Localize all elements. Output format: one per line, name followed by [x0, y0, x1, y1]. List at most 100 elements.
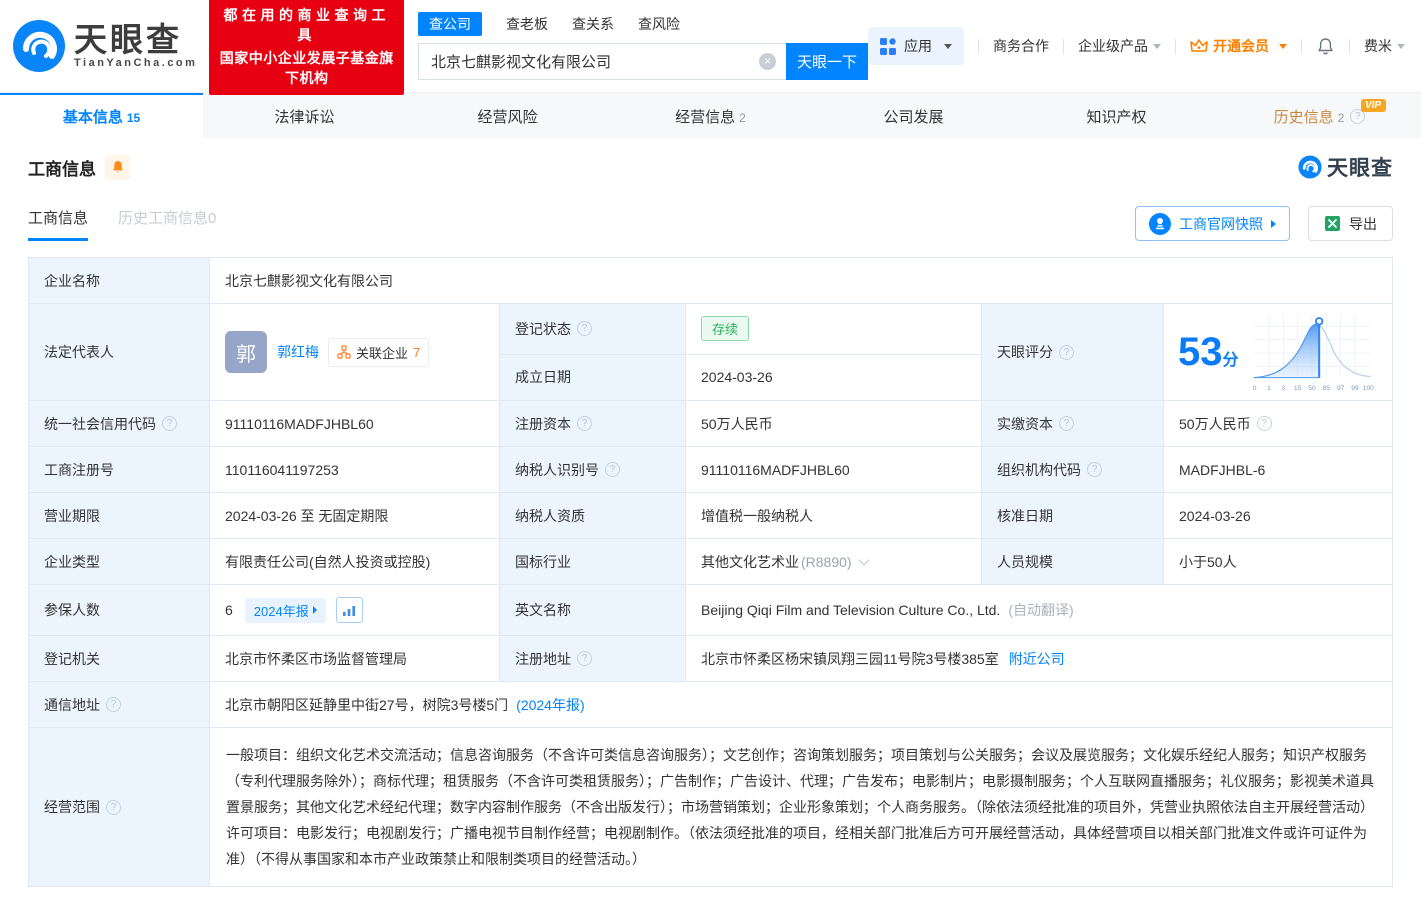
- field-value-legal-rep: 郭 郭红梅 关联企业 7: [210, 304, 499, 400]
- field-value-taxpayer-quality: 增值税一般纳税人: [686, 493, 981, 538]
- search-tab-risk[interactable]: 查风险: [638, 14, 680, 34]
- value-text: 50万人民币: [1179, 415, 1251, 432]
- insured-trend-button[interactable]: [335, 597, 363, 623]
- business-cooperation-link[interactable]: 商务合作: [993, 36, 1049, 56]
- tab-legal-proceedings[interactable]: 法律诉讼: [203, 93, 406, 138]
- monitor-bell-button[interactable]: [105, 154, 130, 180]
- field-label-insured: 参保人数: [29, 585, 209, 635]
- annual-report-badge[interactable]: 2024年报: [244, 597, 326, 623]
- field-value-company-name: 北京七麒影视文化有限公司: [210, 258, 1392, 303]
- trend-chart-icon: [343, 605, 356, 616]
- tab-count: 2: [739, 110, 746, 125]
- help-icon[interactable]: [1256, 416, 1272, 431]
- tab-basic-info[interactable]: 基本信息 15: [0, 93, 203, 138]
- label-text: 实缴资本: [997, 415, 1053, 432]
- field-label-credit-code: 统一社会信用代码: [29, 401, 209, 446]
- search-tab-company[interactable]: 查公司: [418, 12, 482, 36]
- field-value-mail-address: 北京市朝阳区延静里中街27号，树院3号楼5门 (2024年报): [210, 682, 1392, 727]
- help-icon[interactable]: [1059, 416, 1074, 431]
- page-header: 天眼查 TianYanCha.com 都在用的商业查询工具 国家中小企业发展子基…: [0, 0, 1421, 95]
- brand-slogan-banner: 都在用的商业查询工具 国家中小企业发展子基金旗下机构: [209, 0, 404, 95]
- tab-count: 2: [1337, 110, 1345, 125]
- field-value-address: 北京市怀柔区杨宋镇凤翔三园11号院3号楼385室 附近公司: [686, 636, 1392, 681]
- brand-domain: TianYanCha.com: [74, 57, 198, 70]
- field-label-reg-capital: 注册资本: [500, 401, 685, 446]
- official-snapshot-button[interactable]: 工商官网快照: [1135, 206, 1290, 241]
- help-icon[interactable]: [605, 462, 620, 477]
- label-text: 组织机构代码: [997, 461, 1081, 478]
- field-label-legal-rep: 法定代表人: [29, 304, 209, 400]
- field-label-mail-address: 通信地址: [29, 682, 209, 727]
- tab-label: 法律诉讼: [274, 109, 335, 126]
- field-label-reg-status: 登记状态: [500, 304, 685, 354]
- clear-search-icon[interactable]: ×: [759, 53, 776, 70]
- field-label-address: 注册地址: [500, 636, 685, 681]
- chevron-down-icon: [1153, 43, 1161, 49]
- status-badge: 存续: [701, 316, 750, 342]
- legal-rep-name-link[interactable]: 郭红梅: [277, 342, 319, 362]
- help-icon[interactable]: [577, 321, 592, 337]
- field-label-paid-capital: 实缴资本: [982, 401, 1163, 446]
- brand-name: 天眼查: [74, 20, 182, 58]
- field-label-reg-no: 工商注册号: [29, 447, 209, 492]
- apps-grid-icon: [880, 37, 896, 55]
- related-companies-badge[interactable]: 关联企业 7: [328, 337, 430, 367]
- help-icon[interactable]: [577, 416, 592, 431]
- field-label-score: 天眼评分: [982, 304, 1163, 400]
- help-icon[interactable]: [162, 416, 177, 431]
- annual-report-link[interactable]: (2024年报): [516, 695, 584, 715]
- tab-operating-risk[interactable]: 经营风险: [406, 93, 609, 138]
- score-distribution-chart: 0 1 3 15 50 85 97 99 100: [1253, 314, 1374, 392]
- tab-count: 15: [126, 110, 141, 125]
- related-count: 7: [413, 344, 421, 360]
- field-value-scope: 一般项目：组织文化艺术交流活动；信息咨询服务（不含许可类信息咨询服务）；文艺创作…: [210, 728, 1392, 886]
- score-value: 53分: [1178, 332, 1239, 372]
- apps-menu[interactable]: 应用: [868, 27, 964, 65]
- search-button[interactable]: 天眼一下: [786, 43, 868, 80]
- help-icon[interactable]: [1059, 344, 1074, 360]
- field-value-taxpayer-no: 91110116MADFJHBL60: [686, 447, 981, 492]
- svg-text:50: 50: [1308, 385, 1316, 392]
- industry-name: 其他文化艺术业: [701, 553, 799, 570]
- insured-count: 6: [225, 602, 233, 618]
- svg-text:3: 3: [1281, 385, 1285, 392]
- help-icon[interactable]: [106, 697, 121, 712]
- field-label-scope: 经营范围: [29, 728, 209, 886]
- help-icon[interactable]: [106, 799, 121, 815]
- user-account-menu[interactable]: 费米: [1364, 36, 1405, 56]
- legal-rep-avatar[interactable]: 郭: [225, 331, 267, 373]
- tianyancha-logo[interactable]: 天眼查 TianYanCha.com: [12, 19, 197, 73]
- help-icon[interactable]: [1087, 462, 1102, 477]
- search-tab-boss[interactable]: 查老板: [506, 14, 548, 34]
- tab-business-info[interactable]: 经营信息 2: [609, 93, 812, 138]
- svg-text:97: 97: [1337, 385, 1345, 392]
- nearby-companies-link[interactable]: 附近公司: [1009, 649, 1065, 669]
- search-tabs: 查公司 查老板 查关系 查风险: [418, 12, 868, 36]
- svg-text:85: 85: [1323, 385, 1331, 392]
- help-icon[interactable]: [577, 651, 592, 666]
- tab-label: 基本信息: [62, 109, 123, 126]
- tab-history-info[interactable]: VIP 历史信息 2: [1218, 93, 1421, 138]
- search-tab-relation[interactable]: 查关系: [572, 14, 614, 34]
- notifications-button[interactable]: [1316, 37, 1335, 56]
- tab-company-development[interactable]: 公司发展: [812, 93, 1015, 138]
- field-value-insured: 6 2024年报: [210, 585, 499, 635]
- field-value-reg-capital: 50万人民币: [686, 401, 981, 446]
- export-button[interactable]: 导出: [1308, 206, 1393, 241]
- search-area: 查公司 查老板 查关系 查风险 × 天眼一下: [418, 12, 868, 80]
- search-input[interactable]: [418, 43, 786, 80]
- subtab-business-info[interactable]: 工商信息: [28, 207, 89, 241]
- field-value-industry: 其他文化艺术业 (R8890): [686, 539, 981, 584]
- open-vip-menu[interactable]: 开通会员: [1190, 36, 1287, 56]
- top-navigation: 应用 商务合作 企业级产品 开通会员 费米: [868, 27, 1405, 65]
- field-value-score: 53分 0 1 3 15 50 85 97 99 100: [1164, 304, 1392, 400]
- subtab-history-business-info[interactable]: 历史工商信息0: [118, 207, 216, 241]
- subtab-label: 历史工商信息: [118, 209, 209, 227]
- field-value-approve-date: 2024-03-26: [1164, 493, 1392, 538]
- enterprise-products-menu[interactable]: 企业级产品: [1078, 36, 1161, 56]
- divider: [1063, 38, 1064, 54]
- field-value-reg-no: 110116041197253: [210, 447, 499, 492]
- tab-intellectual-property[interactable]: 知识产权: [1015, 93, 1218, 138]
- field-label-taxpayer-no: 纳税人识别号: [500, 447, 685, 492]
- chevron-down-icon[interactable]: [857, 553, 870, 566]
